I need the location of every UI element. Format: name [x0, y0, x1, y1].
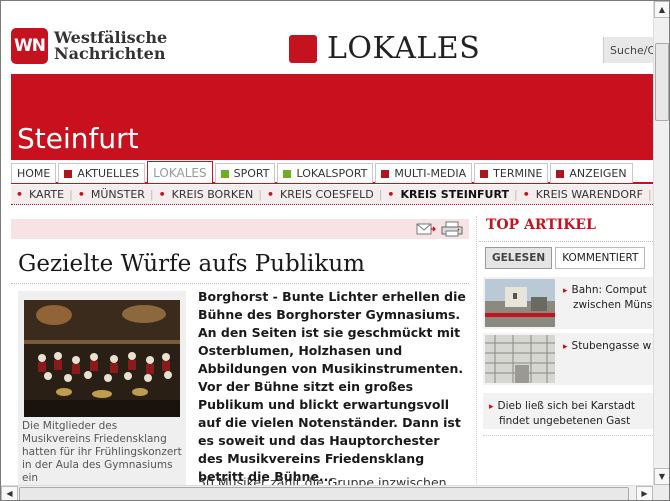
- vertical-scrollbar[interactable]: ▲ ▼: [653, 1, 669, 485]
- divider: [483, 435, 653, 455]
- horizontal-scrollbar[interactable]: ◀ ▶: [1, 485, 653, 500]
- subnav-item-kreis-coesfeld[interactable]: • KREIS COESFELD: [262, 188, 379, 201]
- article-headline: Gezielte Würfe aufs Publikum: [18, 251, 365, 277]
- tab-label: ANZEIGEN: [569, 167, 627, 180]
- bullet-icon: •: [158, 188, 166, 201]
- tab-marker-icon: [64, 169, 73, 178]
- divider: [476, 216, 477, 496]
- email-icon[interactable]: [416, 223, 436, 235]
- bullet-icon: •: [77, 188, 85, 201]
- scroll-thumb[interactable]: [19, 487, 629, 500]
- site-logo[interactable]: WN Westfälische Nachrichten: [11, 28, 167, 64]
- city-banner: Steinfurt: [11, 74, 653, 160]
- main-nav: HOME AKTUELLES LOKALES SPORT LOKALSPORT …: [11, 161, 653, 184]
- subnav-item-kreis-warendorf[interactable]: • KREIS WARENDORF: [518, 188, 648, 201]
- top-article-item[interactable]: ▸ Stubengasse w: [483, 333, 653, 385]
- subnav-item-karte[interactable]: • KARTE: [11, 188, 69, 201]
- tab-marker-icon: [556, 169, 565, 178]
- subnav-item-kreis-borken[interactable]: • KREIS BORKEN: [154, 188, 259, 201]
- tab-termine[interactable]: TERMINE: [474, 163, 549, 183]
- scroll-left-icon[interactable]: ◀: [1, 486, 18, 500]
- tab-label: SPORT: [233, 167, 270, 180]
- print-icon[interactable]: [441, 221, 463, 237]
- top-article-text: ▸ Bahn: Comput zwischen Müns: [563, 284, 653, 311]
- article-thumbnail: [485, 335, 555, 383]
- article-lead: Borghorst - Bunte Lichter erhellen die B…: [198, 289, 466, 484]
- tab-marker-icon: [283, 169, 292, 178]
- article-toolbar: [11, 219, 469, 239]
- tab-lokalsport[interactable]: LOKALSPORT: [277, 163, 374, 183]
- divider: [479, 241, 653, 242]
- section-title: LOKALES: [327, 31, 481, 66]
- scroll-right-icon[interactable]: ▶: [636, 486, 653, 500]
- tab-lokales[interactable]: LOKALES: [147, 161, 213, 183]
- bullet-icon: ▸: [563, 286, 568, 296]
- top-article-item[interactable]: ▸ Dieb ließ sich bei Karstadt findet unge…: [483, 393, 653, 429]
- tab-marker-icon: [480, 169, 489, 178]
- tab-aktuelles[interactable]: AKTUELLES: [58, 163, 146, 183]
- tab-label: LOKALSPORT: [296, 167, 368, 180]
- bullet-icon: •: [266, 188, 274, 201]
- article-thumbnail: [485, 279, 555, 327]
- bullet-icon: ▸: [489, 402, 494, 412]
- scroll-thumb[interactable]: [655, 43, 669, 121]
- browser-window: WN Westfälische Nachrichten LOKALES Such…: [0, 0, 670, 501]
- logo-line-2: Nachrichten: [54, 44, 166, 63]
- bullet-icon: •: [16, 188, 24, 201]
- tab-label: TERMINE: [493, 167, 543, 180]
- section-square-icon: [289, 34, 317, 63]
- banner-city-name: Steinfurt: [17, 122, 139, 155]
- tab-label: LOKALES: [153, 165, 207, 180]
- logo-text: Westfälische Nachrichten: [54, 30, 167, 62]
- subnav-item-kreis-steinfurt[interactable]: • KREIS STEINFURT: [382, 188, 514, 201]
- tab-multi-media[interactable]: MULTI-MEDIA: [375, 163, 473, 183]
- scrollbar-corner: [653, 485, 669, 500]
- tab-sport[interactable]: SPORT: [214, 163, 276, 183]
- bullet-icon: •: [522, 188, 530, 201]
- scroll-up-icon[interactable]: ▲: [654, 1, 669, 18]
- divider: [11, 283, 469, 284]
- article-figure: Die Mitglieder des Musikvereins Friedens…: [18, 291, 186, 491]
- section-heading: LOKALES: [289, 31, 480, 66]
- logo-mark: WN: [11, 28, 48, 64]
- scroll-down-icon[interactable]: ▼: [654, 468, 669, 485]
- search-link[interactable]: Suche/C: [603, 37, 653, 63]
- tab-marker-icon: [220, 169, 229, 178]
- top-article-item[interactable]: ▸ Bahn: Comput zwischen Müns: [483, 277, 653, 329]
- top-article-text: ▸ Stubengasse w: [563, 340, 652, 352]
- bullet-icon: ▸: [563, 342, 568, 352]
- sub-nav: • KARTE | • MÜNSTER | • KREIS BORKEN | • KRE…: [11, 185, 653, 205]
- photo-caption: Die Mitglieder des Musikvereins Friedens…: [22, 420, 182, 484]
- top-articles-title: TOP ARTIKEL: [486, 217, 596, 233]
- tab-anzeigen[interactable]: ANZEIGEN: [550, 163, 633, 183]
- tab-label: HOME: [17, 167, 51, 180]
- tab-label: AKTUELLES: [77, 167, 140, 180]
- article-photo[interactable]: [24, 300, 180, 417]
- tab-kommentiert[interactable]: KOMMENTIERT: [555, 247, 646, 269]
- tab-marker-icon: [381, 169, 390, 178]
- tab-gelesen[interactable]: GELESEN: [485, 247, 553, 269]
- tab-home[interactable]: HOME: [11, 163, 57, 183]
- subnav-item-muenster[interactable]: • MÜNSTER: [73, 188, 150, 201]
- tab-label: MULTI-MEDIA: [394, 167, 467, 180]
- bullet-icon: •: [387, 188, 395, 201]
- top-articles-tabs: GELESEN KOMMENTIERT: [485, 247, 648, 269]
